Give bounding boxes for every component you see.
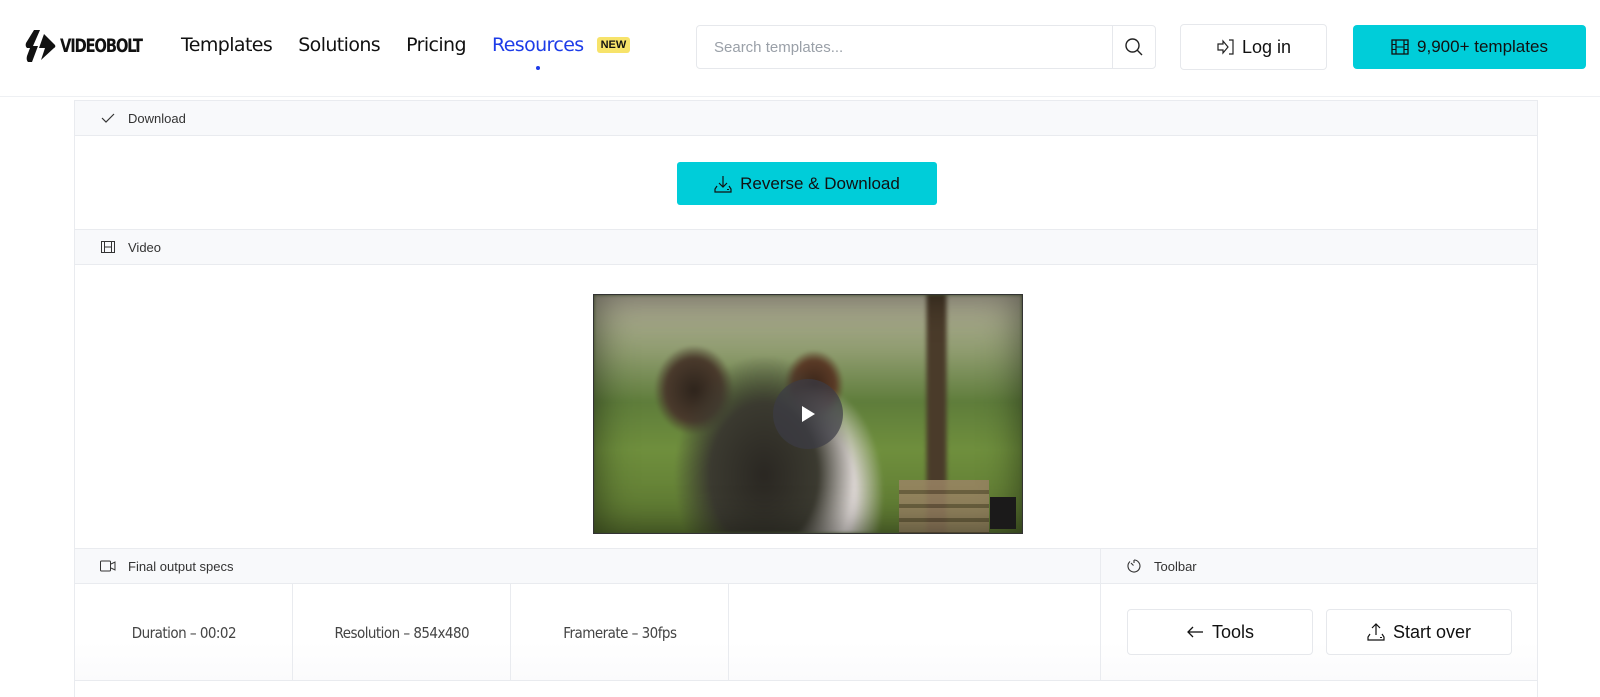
login-label: Log in	[1241, 36, 1292, 57]
timer-icon	[1126, 558, 1142, 574]
tools-label: Tools	[1211, 621, 1255, 642]
templates-label: 9,900+ templates	[1417, 37, 1548, 56]
nav-pricing[interactable]: Pricing	[406, 34, 466, 56]
video-player[interactable]	[593, 294, 1023, 534]
download-section-header: Download	[75, 100, 1537, 136]
videobolt-logo[interactable]: VIDEOBOLT	[25, 28, 165, 64]
search-bar	[696, 25, 1156, 69]
spec-framerate: Framerate – 30fps	[511, 584, 729, 681]
film-icon	[1391, 39, 1409, 55]
main-nav: Templates Solutions Pricing Resources NE…	[181, 34, 631, 70]
start-over-button[interactable]: Start over	[1326, 609, 1512, 655]
nav-solutions[interactable]: Solutions	[298, 34, 381, 56]
reverse-download-button[interactable]: Reverse & Download	[677, 162, 937, 205]
search-button[interactable]	[1112, 26, 1155, 68]
tools-button[interactable]: Tools	[1127, 609, 1313, 655]
download-section-title: Download	[128, 110, 186, 126]
nav-resources-label: Resources	[491, 34, 584, 56]
nav-resources[interactable]: Resources	[491, 34, 584, 70]
reverse-download-label: Reverse & Download	[740, 173, 900, 193]
toolbar-section-header: Toolbar	[1100, 548, 1539, 584]
start-over-label: Start over	[1392, 621, 1472, 642]
specs-row: Duration – 00:02 Resolution – 854x480 Fr…	[75, 584, 1537, 681]
search-input[interactable]	[697, 26, 1112, 68]
nav-templates[interactable]: Templates	[181, 34, 273, 56]
templates-button[interactable]: 9,900+ templates	[1353, 25, 1586, 69]
play-button[interactable]	[773, 379, 843, 449]
search-icon	[1125, 38, 1143, 56]
upload-icon	[1367, 623, 1385, 641]
new-badge: NEW	[596, 37, 631, 53]
active-indicator-dot	[535, 66, 540, 70]
video-section-title: Video	[128, 239, 162, 255]
reverse-tool-panel: Download Reverse & Download Video Final …	[74, 100, 1538, 697]
arrow-left-icon	[1187, 626, 1203, 638]
site-header: VIDEOBOLT Templates Solutions Pricing Re…	[0, 0, 1600, 97]
bolt-logo-icon	[25, 30, 56, 62]
login-icon	[1217, 39, 1234, 55]
film-icon	[100, 239, 116, 255]
specs-section-title: Final output specs	[128, 558, 234, 574]
download-icon	[714, 175, 732, 193]
video-camera-icon	[100, 558, 116, 574]
logo-text: VIDEOBOLT	[60, 35, 143, 57]
video-watermark-thumbnail	[990, 497, 1016, 529]
check-icon	[100, 110, 116, 126]
spec-resolution: Resolution – 854x480	[293, 584, 511, 681]
toolbar-area: Tools Start over	[1100, 584, 1539, 681]
play-icon	[802, 406, 815, 422]
login-button[interactable]: Log in	[1180, 24, 1327, 70]
toolbar-section-title: Toolbar	[1154, 558, 1197, 574]
spec-duration: Duration – 00:02	[75, 584, 293, 681]
video-section-header: Video	[75, 229, 1537, 265]
